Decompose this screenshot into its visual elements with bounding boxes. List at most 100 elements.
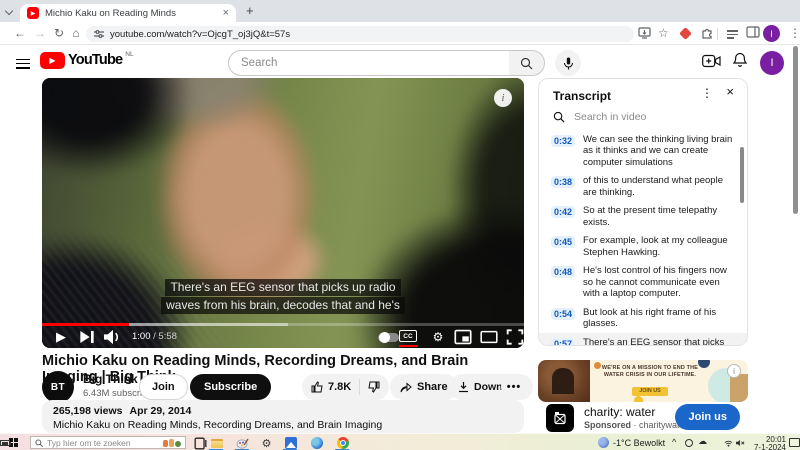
youtube-logo-text: YouTube [68, 52, 122, 69]
cue-timestamp[interactable]: 0:42 [551, 206, 575, 218]
onedrive-cloud-icon[interactable]: ☁ [698, 438, 707, 447]
ad-info-icon[interactable]: i [727, 364, 741, 378]
transcript-cue[interactable]: 0:48He's lost control of his fingers now… [539, 262, 747, 304]
cue-timestamp[interactable]: 0:45 [551, 236, 575, 248]
captions-button[interactable]: CC [399, 330, 417, 342]
cue-timestamp[interactable]: 0:48 [551, 266, 575, 278]
send-to-device-icon[interactable] [638, 26, 651, 39]
bookmark-star-icon[interactable]: ☆ [658, 26, 669, 40]
tray-app-icon[interactable] [685, 439, 693, 447]
wifi-icon[interactable] [724, 439, 733, 447]
description-box[interactable]: 265,198 viewsApr 29, 2014 Michio Kaku on… [42, 400, 524, 433]
cue-timestamp[interactable]: 0:54 [551, 308, 575, 320]
extensions-puzzle-icon[interactable] [701, 26, 714, 39]
caption-line-2: waves from his brain, decodes that and h… [161, 297, 405, 314]
video-info-icon[interactable]: i [494, 89, 512, 107]
advertiser-name[interactable]: charity: water [584, 405, 655, 419]
browser-profile-avatar[interactable]: I [763, 25, 780, 42]
page-scrollbar[interactable] [793, 46, 798, 214]
cue-timestamp[interactable]: 0:38 [551, 176, 575, 188]
site-settings-icon[interactable] [94, 29, 104, 39]
youtube-search-input[interactable] [241, 57, 497, 69]
play-button[interactable]: ▶ [52, 329, 70, 345]
tab-close-icon[interactable]: × [223, 7, 229, 19]
tab-search-chevron-icon[interactable] [6, 8, 14, 16]
join-button[interactable]: Join [139, 374, 188, 400]
transcript-more-icon[interactable]: ⋮ [701, 86, 713, 100]
battery-icon[interactable] [0, 440, 10, 446]
time-display: 1:00 / 5:58 [132, 331, 177, 342]
back-button[interactable]: ← [12, 26, 28, 40]
video-player[interactable]: i There's an EEG sensor that picks up ra… [42, 78, 524, 348]
youtube-search-box[interactable] [228, 50, 510, 76]
browser-menu-icon[interactable]: ⋮ [789, 26, 800, 40]
browser-tabstrip: ▶ Michio Kaku on Reading Minds × + [0, 0, 800, 22]
paint-icon[interactable] [236, 437, 249, 450]
search-icon [35, 439, 43, 447]
youtube-logo[interactable]: ▶ YouTube NL [40, 52, 134, 69]
tray-expand-caret[interactable]: ^ [672, 438, 676, 447]
action-center-icon[interactable] [789, 438, 800, 447]
transcript-cue[interactable]: 0:54But look at his right frame of his g… [539, 303, 747, 333]
photos-app-icon[interactable] [284, 437, 297, 450]
caption-overlay: There's an EEG sensor that picks up radi… [42, 278, 524, 314]
youtube-profile-avatar[interactable]: I [760, 51, 784, 75]
home-button[interactable]: ⌂ [68, 26, 84, 40]
ad-decoration [730, 374, 748, 402]
transcript-cue-active[interactable]: 0:57There's an EEG sensor that picks up … [539, 333, 747, 346]
share-button[interactable]: Share [390, 374, 458, 400]
transcript-cue[interactable]: 0:45For example, look at my colleague St… [539, 232, 747, 262]
taskbar-search-box[interactable] [30, 436, 186, 449]
charity-water-logo[interactable] [546, 404, 574, 432]
youtube-favicon-icon: ▶ [27, 7, 39, 19]
cue-timestamp[interactable]: 0:32 [551, 135, 575, 147]
reload-button[interactable]: ↻ [51, 26, 67, 40]
transcript-cue[interactable]: 0:42So at the present time telepathy exi… [539, 202, 747, 232]
transcript-search-input[interactable] [574, 111, 714, 123]
settings-gear-icon[interactable]: ⚙ [260, 437, 273, 450]
youtube-search-button[interactable] [509, 50, 545, 76]
cue-timestamp[interactable]: 0:57 [551, 338, 575, 347]
ad-banner[interactable]: WE'RE ON A MISSION TO END THE WATER CRIS… [538, 360, 748, 402]
side-panel-icon[interactable] [746, 26, 760, 38]
taskbar-search-input[interactable] [47, 438, 147, 448]
ad-join-button[interactable]: Join us [675, 404, 740, 430]
task-view-icon[interactable] [194, 437, 207, 450]
new-tab-button[interactable]: + [246, 3, 254, 18]
taskbar-clock[interactable]: 20:01 7-1-2024 [744, 435, 786, 450]
edge-browser-icon[interactable] [310, 437, 323, 450]
guide-menu-icon[interactable] [16, 56, 30, 71]
transcript-cue[interactable]: 0:38of this to understand what people ar… [539, 172, 747, 202]
like-icon[interactable] [311, 381, 323, 393]
ad-banner-cta[interactable]: JOIN US [632, 387, 668, 396]
taskbar-weather[interactable]: -1°C Bewolkt [598, 437, 665, 448]
transcript-scrollbar[interactable] [740, 147, 744, 203]
reading-list-icon[interactable] [727, 28, 738, 41]
forward-button[interactable]: → [32, 26, 48, 40]
transcript-search[interactable] [539, 106, 747, 130]
dislike-icon[interactable] [368, 381, 380, 393]
miniplayer-button[interactable] [454, 329, 472, 345]
search-highlight-image [163, 439, 181, 447]
address-bar[interactable]: youtube.com/watch?v=OjcgT_oj3jQ&t=57s [86, 26, 634, 42]
more-actions-button[interactable]: ••• [501, 374, 527, 400]
fullscreen-button[interactable] [506, 329, 524, 345]
volume-icon[interactable] [104, 329, 122, 345]
extension-pinned-icon[interactable] [679, 27, 692, 40]
channel-avatar[interactable]: BT [42, 371, 74, 403]
chrome-browser-icon[interactable] [336, 437, 349, 450]
create-video-icon[interactable] [702, 54, 721, 68]
transcript-cue[interactable]: 0:32We can see the thinking living brain… [539, 130, 747, 172]
next-button[interactable] [78, 329, 96, 345]
file-explorer-icon[interactable] [210, 437, 223, 450]
voice-search-button[interactable] [555, 50, 581, 76]
like-count: 7.8K [328, 381, 351, 393]
autoplay-toggle[interactable] [378, 333, 399, 342]
subscribe-button[interactable]: Subscribe [190, 374, 271, 400]
settings-gear-icon[interactable]: ⚙ [429, 329, 447, 345]
theater-mode-button[interactable] [480, 329, 498, 345]
tab-title: Michio Kaku on Reading Minds [45, 8, 217, 19]
browser-tab[interactable]: ▶ Michio Kaku on Reading Minds × [20, 4, 236, 22]
transcript-close-icon[interactable]: × [726, 84, 734, 99]
notifications-bell-icon[interactable] [733, 52, 747, 68]
